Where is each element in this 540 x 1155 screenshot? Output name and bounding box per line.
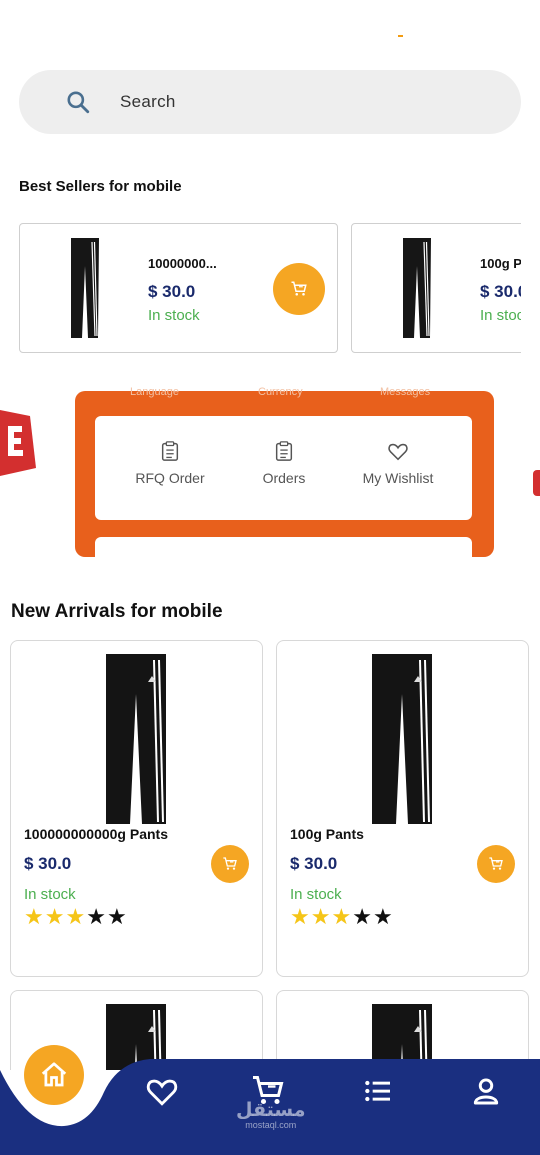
new-arrivals-title: New Arrivals for mobile — [11, 601, 223, 622]
orders-label: Orders — [262, 470, 306, 486]
best-seller-card[interactable]: 10000000... $ 30.0 In stock — [19, 223, 338, 353]
product-price: $ 30.0 — [290, 854, 338, 873]
wishlist-label: My Wishlist — [362, 470, 434, 486]
product-image — [106, 654, 166, 824]
product-card[interactable]: 100000000000g Pants $ 30.0 In stock ★★★★… — [10, 640, 263, 977]
star-icon: ★ — [310, 904, 332, 929]
clipboard-list-icon — [161, 441, 179, 461]
star-icon: ★ — [65, 904, 87, 929]
rfq-order-item[interactable]: RFQ Order — [134, 440, 206, 486]
product-price: $ 30.0 — [480, 282, 521, 301]
search-input[interactable]: Search — [120, 92, 176, 112]
best-sellers-title: Best Sellers for mobile — [19, 178, 182, 195]
product-name[interactable]: 10000000... — [148, 256, 217, 271]
product-image — [372, 654, 432, 824]
product-price: $ 30.0 — [148, 282, 196, 301]
product-name[interactable]: 100g Pants — [290, 826, 364, 842]
wishlist-item[interactable]: My Wishlist — [357, 440, 439, 486]
rating-stars: ★★★★★ — [290, 904, 394, 930]
stock-status: In stock — [480, 307, 521, 324]
orders-item[interactable]: Orders — [257, 440, 311, 486]
product-image — [403, 238, 431, 338]
watermark-site: mostaql.com — [245, 1120, 297, 1130]
best-sellers-carousel[interactable]: 10000000... $ 30.0 In stock 100g P $ 30.… — [19, 223, 521, 355]
top-accent-mark — [398, 35, 403, 37]
menu-label-messages: Messages — [380, 386, 431, 398]
star-icon: ★ — [352, 904, 373, 929]
nav-profile-button[interactable] — [468, 1073, 504, 1109]
home-icon — [41, 1062, 67, 1087]
heart-icon — [388, 443, 408, 461]
cart-icon — [291, 281, 307, 296]
star-icon: ★ — [106, 904, 128, 929]
nav-categories-button[interactable] — [360, 1073, 396, 1109]
star-icon: ★ — [44, 904, 66, 929]
watermark-arabic: مستقل — [236, 1099, 306, 1121]
product-price: $ 30.0 — [24, 854, 72, 873]
product-card[interactable]: 100g Pants $ 30.0 In stock ★★★★★ — [276, 640, 529, 977]
menu-label-currency: Currency — [258, 386, 303, 398]
product-name[interactable]: 100000000000g Pants — [24, 826, 168, 842]
product-name[interactable]: 100g P — [480, 256, 521, 271]
stock-status: In stock — [24, 886, 76, 903]
list-icon — [365, 1080, 390, 1102]
star-icon: ★ — [86, 904, 107, 929]
search-bar[interactable]: Search — [19, 70, 521, 134]
cart-icon — [489, 857, 503, 870]
star-icon: ★ — [290, 904, 311, 929]
star-icon: ★ — [372, 904, 394, 929]
search-icon — [67, 91, 90, 114]
banner-lower-panel — [95, 537, 472, 562]
cart-icon — [223, 857, 237, 870]
heart-icon — [146, 1079, 178, 1106]
home-button[interactable] — [24, 1045, 84, 1105]
rating-stars: ★★★★★ — [24, 904, 128, 930]
star-icon: ★ — [24, 904, 45, 929]
stock-status: In stock — [290, 886, 342, 903]
product-image — [71, 238, 99, 338]
profile-icon — [473, 1078, 499, 1105]
menu-label-language: Language — [130, 386, 179, 398]
rfq-order-label: RFQ Order — [135, 470, 205, 486]
clipboard-list-icon — [275, 441, 293, 461]
star-icon: ★ — [331, 904, 353, 929]
stock-status: In stock — [148, 307, 200, 324]
promo-banner[interactable]: Language Currency Messages RFQ Order Ord… — [0, 382, 540, 562]
nav-wishlist-button[interactable] — [144, 1073, 180, 1109]
best-seller-card[interactable]: 100g P $ 30.0 In stock — [351, 223, 521, 353]
watermark: مستقل mostaql.com — [236, 1100, 306, 1130]
add-to-cart-button[interactable] — [273, 263, 325, 315]
add-to-cart-button[interactable] — [211, 845, 249, 883]
add-to-cart-button[interactable] — [477, 845, 515, 883]
